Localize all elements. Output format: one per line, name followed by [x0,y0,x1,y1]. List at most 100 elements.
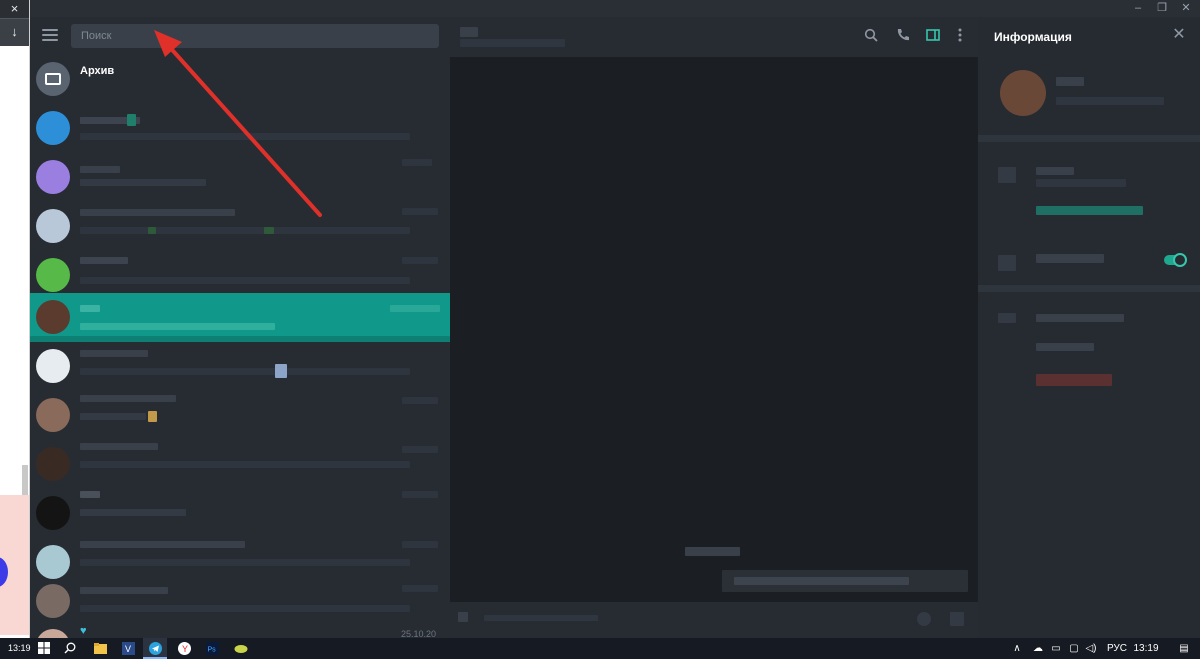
download-icon[interactable]: ↓ [0,18,29,46]
redacted-name [80,166,120,173]
chat-avatar [36,496,70,530]
info-panel: Информация ✕ [978,17,1200,638]
message-input-bar[interactable] [450,602,978,638]
chat-row[interactable] [30,104,450,153]
screen: × ↓ – ❐ ✕ Архив [0,0,1200,659]
minimize-icon[interactable]: – [1126,0,1150,17]
search-input[interactable] [71,24,439,48]
chat-header [450,17,978,57]
sidebar-toggle-icon[interactable] [924,28,942,46]
chat-avatar [36,111,70,145]
browser-close-icon[interactable]: × [0,0,29,18]
redacted-action[interactable] [1036,314,1124,322]
message-area [450,57,978,602]
volume-icon[interactable]: ◁) [1084,638,1098,659]
chat-row-selected[interactable] [30,293,450,342]
chat-row[interactable] [30,391,450,440]
chat-avatar [36,160,70,194]
redacted-date [402,541,438,548]
tray-expand-icon[interactable]: ∧ [1010,638,1024,659]
emoji-icon: ♥ [80,625,87,637]
redacted-name [80,257,128,264]
redacted-name [80,350,148,357]
svg-text:V: V [125,644,131,654]
redacted-message [80,413,146,420]
emoji-icon[interactable] [917,612,931,626]
language-indicator[interactable]: РУС [1104,638,1130,659]
chat-avatar [36,258,70,292]
close-icon[interactable]: ✕ [1172,27,1186,43]
window-titlebar: – ❐ ✕ [30,0,1200,17]
redacted-message [80,323,275,330]
redacted-input-placeholder [484,615,598,621]
redacted-message [80,461,410,468]
archive-label: Архив [80,65,115,77]
search-icon[interactable] [862,28,880,46]
redacted-notifications-label [1036,254,1104,263]
onedrive-icon[interactable]: ☁ [1030,638,1046,659]
notifications-toggle[interactable] [1164,253,1187,267]
chat-row[interactable] [30,489,450,538]
chat-avatar [36,584,70,618]
notifications-icon[interactable]: ▤ [1176,638,1192,659]
chat-avatar [36,545,70,579]
chat-list-topbar [30,17,450,55]
redacted-date [402,491,438,498]
taskbar-clock[interactable]: 13:19 [1132,638,1160,659]
visio-icon[interactable]: V [116,638,140,659]
browser-side-strip: × ↓ [0,0,30,638]
redacted-date [390,305,440,312]
chat-avatar [36,300,70,334]
windows-start-icon[interactable] [32,638,56,659]
profile-avatar[interactable] [1000,70,1046,116]
redacted-date [402,208,438,215]
redacted-image [275,364,287,378]
chat-row[interactable] [30,202,450,251]
archive-row[interactable]: Архив [30,55,450,104]
window-close-icon[interactable]: ✕ [1174,0,1198,17]
chat-row[interactable] [30,342,450,391]
hamburger-menu-icon[interactable] [42,29,58,43]
chat-row[interactable] [30,577,450,626]
phone-icon[interactable] [894,28,912,46]
redacted-link[interactable] [1036,206,1143,215]
redacted-name [80,305,100,312]
redacted-message [80,605,410,612]
telegram-taskbar-icon[interactable] [143,638,167,659]
redacted-name [80,395,176,402]
chat-row[interactable] [30,153,450,202]
attach-icon[interactable] [458,612,468,622]
restore-icon[interactable]: ❐ [1150,0,1174,17]
redacted-danger-action[interactable] [1036,374,1112,386]
redacted-chat-status [460,39,565,47]
chat-row[interactable]: ♥ 25.10.20 [30,623,450,638]
taskbar-clock-left: 13:19 [8,643,31,653]
redacted-date [402,446,438,453]
redacted-profile-name [1056,77,1084,86]
redacted-name [80,541,245,548]
redacted-date [402,397,438,404]
redacted-message [80,133,410,140]
app-icon[interactable] [229,638,253,659]
more-icon[interactable] [951,28,969,46]
redacted-emoji [148,227,156,234]
battery-icon[interactable]: ▭ [1048,638,1064,659]
chat-avatar [36,349,70,383]
redacted-message [80,277,410,284]
microphone-icon[interactable] [950,612,964,626]
file-explorer-icon[interactable] [88,638,112,659]
redacted-message [80,559,410,566]
photoshop-icon[interactable]: Ps [200,638,224,659]
chat-list-pane: Архив [30,17,450,638]
network-icon[interactable]: ▢ [1066,638,1082,659]
redacted-date-chip [685,547,740,556]
redacted-name [80,587,168,594]
chat-avatar [36,209,70,243]
redacted-name [80,491,100,498]
taskbar-search-icon[interactable] [58,638,82,659]
info-icon [998,167,1016,183]
yandex-browser-icon[interactable]: Y [172,638,196,659]
redacted-action[interactable] [1036,343,1094,351]
chat-row[interactable] [30,440,450,489]
browser-scrollbar[interactable] [22,465,28,495]
